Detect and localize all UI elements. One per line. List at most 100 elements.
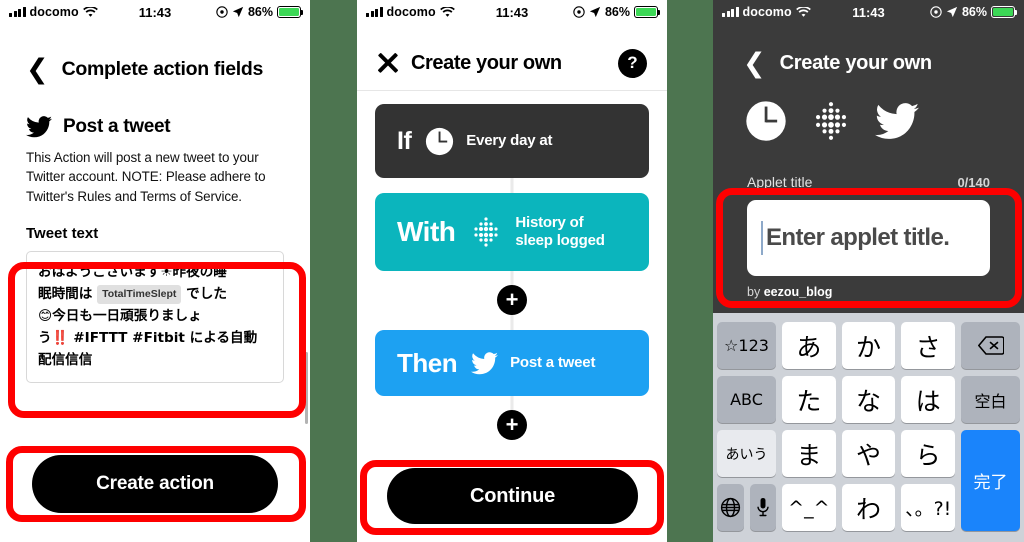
add-action-slot-1[interactable]: + [375, 285, 649, 315]
applet-title-input[interactable]: Enter applet title. [747, 200, 990, 276]
status-bar-right: 86% [930, 5, 1018, 19]
header-divider [357, 90, 667, 91]
key-a[interactable]: あ [782, 322, 836, 369]
key-abc[interactable]: ABC [717, 376, 776, 423]
card-text-with: History of sleep logged [515, 214, 604, 251]
tweet-text-segment: おはようございます [38, 264, 161, 281]
battery-percent-label: 86% [247, 5, 273, 19]
add-action-slot-2[interactable]: + [375, 410, 649, 440]
service-icon-row [713, 99, 1024, 148]
applet-card-then[interactable]: Then Post a tweet [375, 330, 649, 396]
card-keyword-then: Then [397, 347, 458, 378]
battery-percent-label: 86% [961, 5, 987, 19]
phone-screen-applet-title: docomo 11:43 86% ❮ Create your own Apple… [713, 0, 1024, 542]
tweet-text-input[interactable]: おはようございます☀昨夜の睡 眠時間は TotalTimeSlept でした 😊… [26, 251, 284, 384]
action-heading: Post a tweet [26, 116, 284, 138]
double-exclamation-emoji: ‼️ [51, 330, 69, 347]
panel3-header: ❮ Create your own [713, 50, 1024, 77]
card-text-then: Post a tweet [510, 353, 596, 371]
plus-icon[interactable]: + [497, 410, 527, 440]
applet-card-if[interactable]: If Every day at [375, 104, 649, 178]
globe-icon[interactable] [717, 484, 744, 531]
done-key-spacer [961, 484, 1020, 531]
phone-screen-create-your-own: docomo 11:43 86% Create your own ? If Ev… [357, 0, 667, 542]
applet-title-placeholder: Enter applet title. [766, 224, 950, 251]
alarm-icon [573, 6, 585, 18]
key-wa[interactable]: わ [841, 484, 896, 531]
applet-flow: If Every day at With History of sleep lo… [357, 104, 667, 440]
page-title: Complete action fields [61, 58, 264, 80]
tweet-line-4: う‼️ #IFTTT #Fitbit による自動 [38, 327, 272, 349]
key-kana-mode[interactable]: あいう [717, 430, 776, 477]
key-ka[interactable]: か [841, 322, 896, 369]
chevron-left-icon[interactable]: ❮ [743, 50, 766, 77]
applet-title-meta: Applet title 0/140 [713, 174, 1024, 190]
keyboard-rows: ☆123 あ か さ ABC た な は 空白 あいう ま や ら 完了 ^_^… [713, 322, 1024, 531]
microphone-icon[interactable] [749, 484, 776, 531]
page-title: Create your own [779, 52, 933, 74]
key-ta[interactable]: た [782, 376, 836, 423]
card-text-with-line1: History of [515, 213, 584, 231]
key-symbols-123[interactable]: ☆123 [717, 322, 776, 369]
action-description: This Action will post a new tweet to you… [26, 150, 266, 204]
battery-charging-icon [634, 6, 661, 18]
key-sa[interactable]: さ [901, 322, 956, 369]
key-ya[interactable]: や [841, 430, 896, 477]
key-ha[interactable]: は [901, 376, 956, 423]
tweet-line-2: 眠時間は TotalTimeSlept でした [38, 283, 272, 305]
key-na[interactable]: な [841, 376, 896, 423]
tweet-text-segment: う [38, 330, 52, 347]
screenshot-stage: docomo 11:43 86% ❮ Complete action field… [0, 0, 1024, 542]
key-punctuation[interactable]: 、。?! [901, 484, 956, 531]
key-ra[interactable]: ら [901, 430, 956, 477]
key-ma[interactable]: ま [782, 430, 836, 477]
panel1-header: ❮ Complete action fields [26, 56, 284, 83]
tweet-line-5: 配信信信 [38, 352, 93, 369]
fitbit-icon [809, 99, 853, 148]
continue-button[interactable]: Continue [387, 468, 638, 524]
text-caret [761, 221, 763, 255]
action-title: Post a tweet [63, 116, 171, 137]
chevron-left-icon[interactable]: ❮ [26, 56, 49, 83]
key-space[interactable]: 空白 [961, 376, 1021, 423]
plus-icon[interactable]: + [497, 285, 527, 315]
close-x-icon[interactable] [377, 53, 398, 74]
battery-charging-icon [277, 6, 304, 18]
tweet-text-segment: でした [186, 286, 227, 303]
status-bar-right: 86% [573, 5, 661, 19]
phone-screen-complete-action-fields: docomo 11:43 86% ❮ Complete action field… [0, 0, 310, 542]
card-text-if: Every day at [466, 131, 553, 149]
vertical-scrollbar[interactable] [305, 352, 308, 424]
alarm-icon [216, 6, 228, 18]
tweet-line-1: おはようございます☀昨夜の睡 [38, 261, 272, 283]
tweet-text-segment: 昨夜の睡 [172, 264, 227, 281]
help-button[interactable]: ? [618, 48, 647, 78]
location-arrow-icon [232, 6, 244, 18]
key-emoticon[interactable]: ^_^ [782, 484, 836, 531]
status-bar-right: 86% [216, 5, 304, 19]
card-keyword-if: If [397, 126, 412, 155]
panel1-body: ❮ Complete action fields Post a tweet Th… [0, 56, 310, 384]
card-text-with-line2: sleep logged [515, 232, 605, 249]
keyboard-row-4: ^_^ わ 、。?! [717, 484, 1020, 531]
ingredient-chip-totaltimeslept[interactable]: TotalTimeSlept [97, 284, 182, 304]
character-counter: 0/140 [957, 175, 990, 190]
smiling-face-emoji: 😊 [38, 308, 53, 325]
applet-card-with[interactable]: With History of sleep logged [375, 193, 649, 271]
card-keyword-with: With [397, 216, 456, 247]
battery-charging-icon [991, 6, 1018, 18]
clock-icon [745, 100, 787, 147]
applet-title-label: Applet title [747, 174, 813, 190]
japanese-keyboard: ☆123 あ か さ ABC た な は 空白 あいう ま や ら 完了 ^_^… [713, 313, 1024, 542]
keyboard-utility-keys [717, 484, 776, 531]
create-action-button[interactable]: Create action [32, 455, 278, 513]
delete-icon[interactable] [961, 322, 1021, 369]
status-bar: docomo 11:43 86% [0, 0, 310, 24]
applet-byline: by eezou_blog [713, 285, 1024, 299]
twitter-bird-icon [26, 116, 52, 138]
tweet-text-label: Tweet text [26, 225, 99, 243]
twitter-bird-icon [875, 102, 919, 145]
location-arrow-icon [589, 6, 601, 18]
byline-username: eezou_blog [763, 285, 833, 299]
keyboard-row-3: あいう ま や ら 完了 [717, 430, 1021, 531]
